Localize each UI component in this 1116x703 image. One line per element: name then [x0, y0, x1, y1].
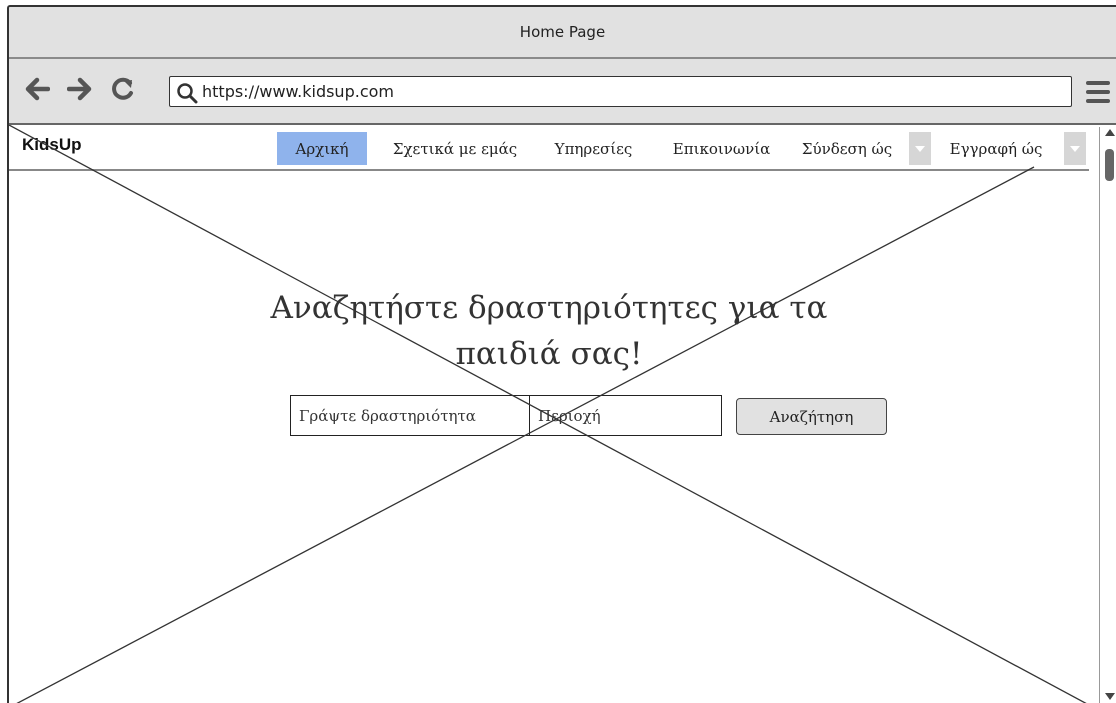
hero-title: Αναζητήστε δραστηριότητες για τα παιδιά …	[269, 285, 829, 377]
scroll-down-icon[interactable]	[1105, 693, 1115, 700]
back-arrow-icon[interactable]	[21, 73, 53, 105]
address-bar[interactable]: https://www.kidsup.com	[169, 76, 1072, 107]
site-logo[interactable]: KidsUp	[22, 135, 82, 155]
browser-toolbar: https://www.kidsup.com	[9, 59, 1116, 125]
vertical-scrollbar[interactable]	[1099, 127, 1116, 703]
forward-arrow-icon[interactable]	[64, 73, 96, 105]
address-bar-url: https://www.kidsup.com	[202, 82, 394, 101]
hamburger-menu-icon[interactable]	[1086, 81, 1110, 103]
nav-item-register[interactable]: Εγγραφή ώς	[935, 132, 1057, 165]
scroll-up-icon[interactable]	[1105, 129, 1115, 136]
hero-title-line-2: παιδιά σας!	[455, 336, 643, 372]
scroll-thumb[interactable]	[1105, 149, 1114, 181]
window-titlebar: Home Page	[9, 7, 1116, 59]
reload-icon[interactable]	[107, 73, 139, 105]
nav-item-contact[interactable]: Επικοινωνία	[659, 132, 784, 165]
search-button[interactable]: Αναζήτηση	[736, 398, 887, 435]
search-icon	[176, 82, 198, 108]
hero-title-line-1: Αναζητήστε δραστηριότητες για τα	[270, 290, 828, 326]
site-navbar: KidsUp Αρχική Σχετικά με εμάς Υπηρεσίες …	[9, 125, 1089, 171]
browser-window: Home Page https://www.kidsup.com KidsUp …	[7, 5, 1116, 703]
nav-item-home[interactable]: Αρχική	[277, 132, 367, 165]
nav-item-services[interactable]: Υπηρεσίες	[541, 132, 646, 165]
window-title: Home Page	[519, 23, 606, 41]
page-viewport: KidsUp Αρχική Σχετικά με εμάς Υπηρεσίες …	[9, 125, 1089, 703]
login-dropdown-icon[interactable]	[909, 132, 931, 165]
register-dropdown-icon[interactable]	[1064, 132, 1086, 165]
activity-input[interactable]: Γράψτε δραστηριότητα	[290, 395, 530, 436]
nav-item-login[interactable]: Σύνδεση ώς	[787, 132, 907, 165]
nav-item-about[interactable]: Σχετικά με εμάς	[375, 132, 535, 165]
area-input[interactable]: Περιοχή	[529, 395, 722, 436]
